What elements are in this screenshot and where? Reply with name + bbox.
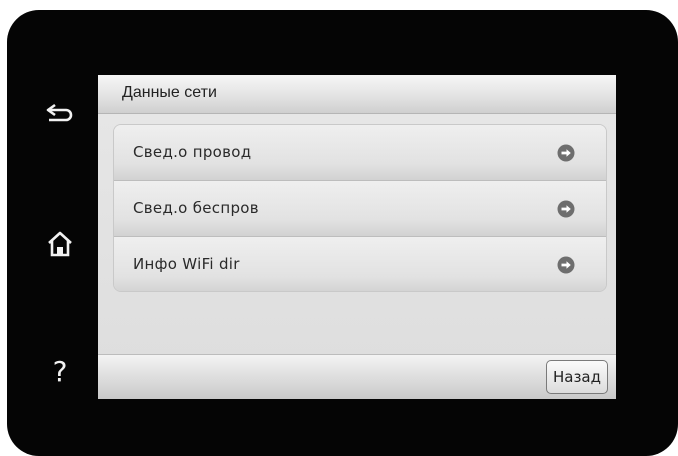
menu-item-wifi-direct-info[interactable]: Инфо WiFi dir [114, 237, 606, 291]
menu-item-wired-info[interactable]: Свед.о провод [114, 125, 606, 181]
hardware-home-button[interactable] [40, 224, 80, 264]
hardware-help-button[interactable]: ? [40, 352, 80, 392]
menu-item-label: Свед.о беспров [133, 199, 259, 217]
menu-item-wireless-info[interactable]: Свед.о беспров [114, 181, 606, 237]
help-icon: ? [52, 355, 68, 388]
back-arrow-icon [46, 103, 73, 122]
arrow-right-icon [557, 256, 575, 274]
arrow-right-icon [557, 200, 575, 218]
title-bar: Данные сети [98, 75, 616, 114]
menu-item-label: Свед.о провод [133, 143, 252, 161]
display-screen: Данные сети Свед.о провод Свед.о беспров… [98, 75, 616, 399]
menu-list: Свед.о провод Свед.о беспров Инфо WiFi d… [113, 124, 607, 292]
page-title: Данные сети [122, 84, 217, 101]
hardware-back-button[interactable] [40, 94, 80, 134]
back-button[interactable]: Назад [545, 360, 608, 394]
footer-bar: Назад [98, 354, 616, 399]
home-icon [48, 231, 72, 257]
arrow-right-icon [557, 144, 575, 162]
menu-item-label: Инфо WiFi dir [133, 255, 240, 273]
